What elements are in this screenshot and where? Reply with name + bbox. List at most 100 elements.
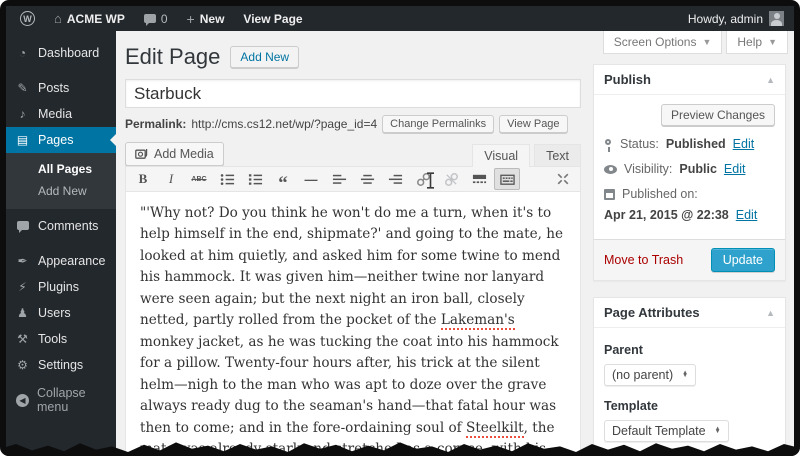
view-page-label: View Page	[243, 12, 302, 26]
users-person-icon: ♟	[15, 307, 30, 319]
post-title-input[interactable]	[125, 79, 581, 108]
template-select-value: Default Template	[612, 424, 706, 438]
sidebar-label-dashboard: Dashboard	[38, 46, 99, 60]
sidebar-label-plugins: Plugins	[38, 280, 79, 294]
collapse-menu-label: Collapse menu	[37, 386, 116, 414]
parent-select[interactable]: (no parent) ▲▼	[604, 364, 696, 386]
sidebar-item-users[interactable]: ♟ Users	[6, 300, 116, 326]
parent-select-value: (no parent)	[612, 368, 673, 382]
sidebar-item-plugins[interactable]: ⚡ Plugins	[6, 274, 116, 300]
sidebar-label-tools: Tools	[38, 332, 67, 346]
bulleted-list-button[interactable]	[214, 168, 240, 190]
insert-link-button[interactable]	[410, 168, 436, 190]
wordpress-logo-menu[interactable]: W	[14, 6, 41, 31]
screen-meta-tabs: Screen Options ▼ Help ▼	[603, 31, 788, 54]
edit-visibility-link[interactable]: Edit	[724, 162, 746, 176]
editor-content-area[interactable]: "'Why not? Do you think he won't do me a…	[125, 192, 581, 452]
misspelled-word: Lakeman's	[441, 312, 515, 330]
home-icon: ⌂	[54, 12, 62, 25]
permalink-url: http://cms.cs12.net/wp/?page_id=4	[191, 117, 377, 131]
submenu-item-all-pages[interactable]: All Pages	[6, 158, 116, 180]
submenu-item-add-new[interactable]: Add New	[6, 180, 116, 202]
toolbar-toggle-button[interactable]	[494, 168, 520, 190]
sidebar-label-users: Users	[38, 306, 71, 320]
admin-side-menu: ◔ Dashboard ✎ Posts ♪ Media ▤ Pages All …	[6, 31, 116, 452]
collapse-toggle-icon[interactable]: ▲	[766, 308, 775, 318]
page-attributes-header[interactable]: Page Attributes ▲	[594, 298, 785, 328]
add-media-button[interactable]: Add Media	[125, 142, 224, 166]
select-stepper-icon: ▲▼	[682, 372, 688, 379]
bold-button[interactable]: B	[130, 168, 156, 190]
tab-text[interactable]: Text	[534, 144, 581, 167]
sidebar-item-posts[interactable]: ✎ Posts	[6, 75, 116, 101]
site-name-label: ACME WP	[67, 12, 125, 26]
page-header: Edit Page Add New	[125, 44, 581, 70]
numbered-list-button[interactable]	[242, 168, 268, 190]
sidebar-item-appearance[interactable]: ✒ Appearance	[6, 248, 116, 274]
comments-shortcut[interactable]: 0	[138, 6, 174, 31]
sidebar-item-settings[interactable]: ⚙ Settings	[6, 352, 116, 378]
parent-label: Parent	[604, 343, 775, 357]
collapse-menu-button[interactable]: ◀ Collapse menu	[6, 387, 116, 413]
change-permalinks-button[interactable]: Change Permalinks	[382, 115, 494, 133]
sidebar-item-tools[interactable]: ⚒ Tools	[6, 326, 116, 352]
template-label: Template	[604, 399, 775, 413]
add-new-button[interactable]: Add New	[230, 46, 299, 68]
site-name-menu[interactable]: ⌂ ACME WP	[48, 6, 131, 31]
permalink-label: Permalink:	[125, 117, 186, 131]
sidebar-label-appearance: Appearance	[38, 254, 105, 268]
strikethrough-button[interactable]: ABC	[186, 168, 212, 190]
screen-options-tab[interactable]: Screen Options ▼	[603, 31, 723, 54]
sidebar-label-settings: Settings	[38, 358, 83, 372]
wordpress-logo-icon: W	[20, 11, 35, 26]
plus-icon: +	[187, 12, 195, 26]
dashboard-icon: ◔	[15, 47, 30, 59]
calendar-icon	[604, 189, 615, 200]
select-stepper-icon: ▲▼	[715, 428, 721, 435]
visibility-value: Public	[679, 162, 717, 176]
preview-changes-button[interactable]: Preview Changes	[661, 104, 775, 126]
chevron-down-icon: ▼	[768, 37, 777, 47]
new-content-menu[interactable]: + New	[181, 6, 231, 31]
appearance-brush-icon: ✒	[15, 255, 30, 267]
editor-media-row: Add Media Visual Text	[125, 142, 581, 166]
publish-box-header[interactable]: Publish ▲	[594, 65, 785, 95]
page-attributes-title: Page Attributes	[604, 305, 700, 320]
help-tab[interactable]: Help ▼	[726, 31, 788, 54]
sidebar-item-comments[interactable]: Comments	[6, 213, 116, 239]
published-on-row: Published on: Apr 21, 2015 @ 22:38 Edit	[604, 187, 775, 222]
collapse-arrow-icon: ◀	[16, 394, 29, 407]
user-avatar[interactable]	[769, 11, 784, 26]
view-page-menu[interactable]: View Page	[237, 6, 308, 31]
edit-published-link[interactable]: Edit	[736, 208, 758, 222]
blockquote-button[interactable]: “	[270, 168, 296, 190]
remove-link-button[interactable]	[438, 168, 464, 190]
view-page-button[interactable]: View Page	[499, 115, 567, 133]
align-right-button[interactable]	[382, 168, 408, 190]
new-label: New	[200, 12, 225, 26]
status-value: Published	[666, 137, 726, 151]
move-to-trash-link[interactable]: Move to Trash	[604, 253, 683, 267]
collapse-toggle-icon[interactable]: ▲	[766, 75, 775, 85]
editor-paragraph: "'Why not? Do you think he won't do me a…	[140, 203, 566, 452]
sidebar-item-pages[interactable]: ▤ Pages	[6, 127, 116, 153]
align-left-button[interactable]	[326, 168, 352, 190]
horizontal-rule-button[interactable]: —	[298, 168, 324, 190]
distraction-free-button[interactable]	[550, 168, 576, 190]
howdy-admin-menu[interactable]: Howdy, admin	[688, 12, 763, 26]
page-title: Edit Page	[125, 44, 220, 70]
sidebar-label-pages: Pages	[38, 133, 73, 147]
sidebar-item-dashboard[interactable]: ◔ Dashboard	[6, 40, 116, 66]
italic-button[interactable]: I	[158, 168, 184, 190]
admin-bar-left: W ⌂ ACME WP 0 + New View Page	[6, 6, 688, 31]
template-select[interactable]: Default Template ▲▼	[604, 420, 729, 442]
align-center-button[interactable]	[354, 168, 380, 190]
update-button[interactable]: Update	[711, 248, 775, 272]
sidebar-label-media: Media	[38, 107, 72, 121]
edit-status-link[interactable]: Edit	[733, 137, 755, 151]
status-label: Status:	[620, 137, 659, 151]
sidebar-item-media[interactable]: ♪ Media	[6, 101, 116, 127]
edit-page-workspace: Screen Options ▼ Help ▼ Edit Page Add Ne…	[116, 31, 794, 452]
insert-more-tag-button[interactable]	[466, 168, 492, 190]
tab-visual[interactable]: Visual	[472, 144, 530, 167]
